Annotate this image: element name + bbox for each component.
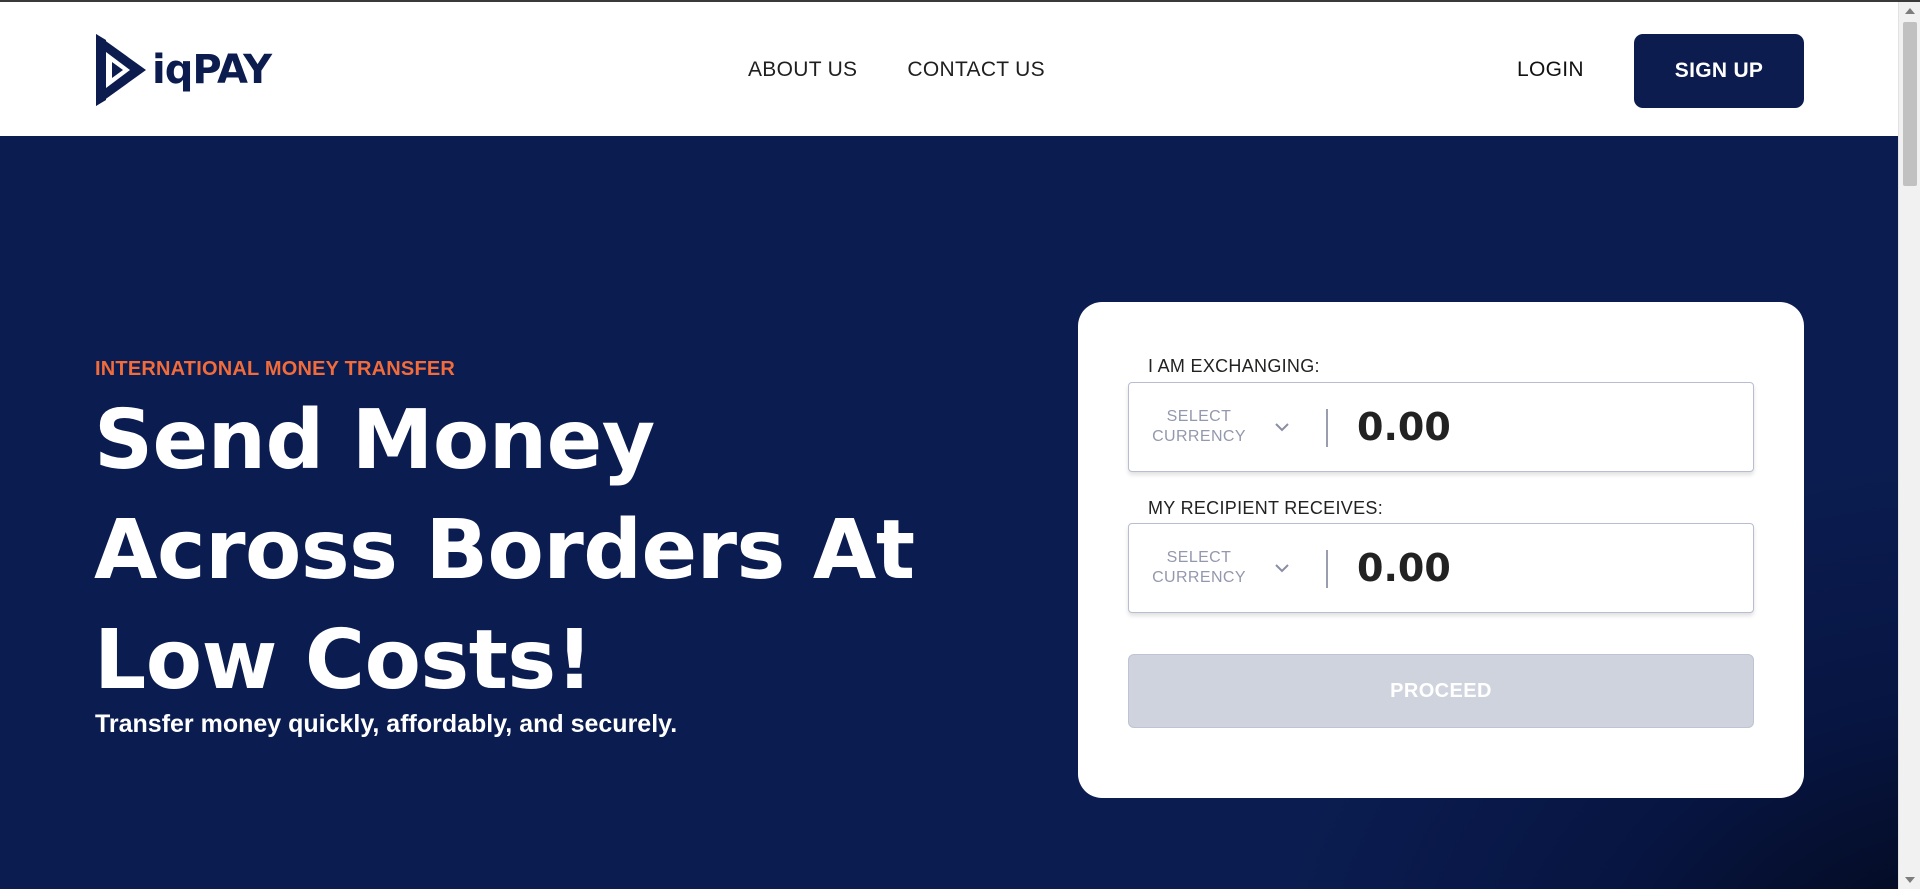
receive-currency-placeholder: SELECT CURRENCY: [1129, 548, 1269, 588]
receive-amount-input[interactable]: 0.00: [1357, 546, 1451, 590]
receive-label: MY RECIPIENT RECEIVES:: [1148, 498, 1383, 518]
hero-headline: Send Money Across Borders At Low Costs!: [94, 386, 994, 716]
headline-line-2: Across Borders At: [94, 503, 915, 598]
scroll-up-arrow-icon[interactable]: [1905, 8, 1915, 14]
send-currency-placeholder: SELECT CURRENCY: [1129, 407, 1269, 447]
field-divider: [1326, 550, 1328, 588]
send-currency-line-2: CURRENCY: [1152, 428, 1246, 445]
proceed-button[interactable]: PROCEED: [1128, 654, 1754, 728]
receive-field: SELECT CURRENCY 0.00: [1128, 523, 1754, 613]
main-nav: ABOUT US CONTACT US: [748, 58, 1045, 82]
send-amount-input[interactable]: 0.00: [1357, 405, 1451, 449]
exchange-card: I AM EXCHANGING: SELECT CURRENCY 0.00 MY…: [1078, 302, 1804, 798]
receive-currency-select[interactable]: SELECT CURRENCY: [1129, 524, 1324, 612]
receive-currency-line-1: SELECT: [1166, 549, 1232, 566]
chevron-down-icon: [1275, 423, 1289, 432]
send-currency-line-1: SELECT: [1166, 408, 1232, 425]
receive-currency-line-2: CURRENCY: [1152, 569, 1246, 586]
field-divider: [1326, 409, 1328, 447]
iqpay-logo-icon: [96, 34, 146, 106]
brand-name: iqPAY: [152, 47, 272, 93]
send-field: SELECT CURRENCY 0.00: [1128, 382, 1754, 472]
send-label: I AM EXCHANGING:: [1148, 356, 1320, 376]
nav-item-contact-us[interactable]: CONTACT US: [907, 58, 1045, 82]
nav-item-about-us[interactable]: ABOUT US: [748, 58, 857, 82]
hero-eyebrow: INTERNATIONAL MONEY TRANSFER: [95, 358, 456, 380]
hero-section: INTERNATIONAL MONEY TRANSFER Send Money …: [0, 136, 1898, 889]
chevron-down-icon: [1275, 564, 1289, 573]
signup-button[interactable]: SIGN UP: [1634, 34, 1804, 108]
headline-line-3: Low Costs!: [94, 613, 593, 708]
scroll-thumb[interactable]: [1903, 22, 1917, 186]
headline-line-1: Send Money: [94, 393, 655, 488]
brand-logo[interactable]: iqPAY: [94, 32, 272, 108]
hero-subline: Transfer money quickly, affordably, and …: [95, 710, 678, 738]
send-currency-select[interactable]: SELECT CURRENCY: [1129, 383, 1324, 471]
site-header: iqPAY ABOUT US CONTACT US LOGIN SIGN UP: [0, 2, 1898, 136]
page-scrollbar[interactable]: [1898, 2, 1920, 889]
scroll-down-arrow-icon[interactable]: [1905, 877, 1915, 883]
login-link[interactable]: LOGIN: [1517, 58, 1584, 82]
